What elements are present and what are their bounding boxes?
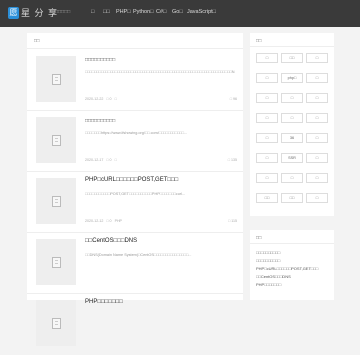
tag-link[interactable]: □□ (256, 193, 278, 203)
image-placeholder-icon (52, 74, 61, 85)
recent-posts-panel: □□ □□□□□□□□□□ □□□□□□□□□□ PHP□cURL□□□□□□P… (250, 230, 334, 300)
nav-item-python[interactable]: Python□ (133, 9, 153, 15)
post-item[interactable]: □□□□□□□□□□ □□□□□□□https://www.ifshowing.… (27, 111, 243, 172)
post-category[interactable]: □ (115, 97, 117, 101)
tag-link[interactable]: □ (306, 73, 328, 83)
tag-link[interactable]: php□ (281, 73, 303, 83)
post-category[interactable]: PHP (115, 219, 122, 223)
image-placeholder-icon (52, 196, 61, 207)
divider (250, 243, 334, 244)
tag-link[interactable]: □ (306, 153, 328, 163)
post-list-title: □□ (34, 38, 40, 43)
tag-link[interactable]: □ (256, 93, 278, 103)
nav-item-csharp[interactable]: C#□ (156, 9, 166, 15)
recent-post-link[interactable]: PHP□cURL□□□□□□POST,GET□□□ (256, 266, 318, 271)
post-category[interactable]: □ (115, 158, 117, 162)
post-thumbnail[interactable] (36, 56, 76, 102)
post-item[interactable]: PHP□cURL□□□□□□POST,GET□□□ □□□□□□□□□□□POS… (27, 172, 243, 233)
divider (27, 48, 243, 49)
post-title[interactable]: □□□□□□□□□□ (85, 118, 115, 124)
post-views: □ 115 (228, 219, 237, 223)
tag-link[interactable]: □□ (281, 53, 303, 63)
tag-link[interactable]: □ (256, 73, 278, 83)
image-placeholder-icon (52, 318, 61, 329)
post-comments: □ 0 (106, 97, 112, 101)
tag-link[interactable]: □ (306, 133, 328, 143)
post-meta: 2020-12-17 □ 0 □ (85, 158, 117, 162)
post-title[interactable]: □□CentOS□□□DNS (85, 238, 137, 244)
site-tagline: □□□□□□ (52, 9, 71, 15)
recent-post-link[interactable]: □□CentOS□□□DNS (256, 274, 291, 279)
post-item[interactable]: □□CentOS□□□DNS □□DNS(Domain Name System)… (27, 233, 243, 294)
tag-link[interactable]: □ (256, 133, 278, 143)
post-meta: 2020-12-22 □ 0 □ (85, 97, 117, 101)
post-title[interactable]: PHP□cURL□□□□□□POST,GET□□□ (85, 177, 178, 183)
tag-link[interactable]: □ (256, 53, 278, 63)
divider (250, 46, 334, 47)
post-thumbnail[interactable] (36, 239, 76, 285)
top-navbar: 愿 星 分 享 □□□□□□ □ □□ PHP□ Python□ C#□ Go□… (0, 0, 360, 27)
post-title[interactable]: □□□□□□□□□□ (85, 57, 115, 63)
post-item[interactable]: PHP□□□□□□□ (27, 294, 243, 355)
post-meta: 2020-12-12 □ 0 PHP (85, 219, 122, 223)
tag-link[interactable]: □ (306, 113, 328, 123)
tag-link[interactable]: □ (256, 173, 278, 183)
recent-posts-title: □□ (256, 235, 262, 240)
nav-item-javascript[interactable]: JavaScript□ (187, 9, 216, 15)
tag-link[interactable]: □□ (281, 193, 303, 203)
post-date: 2020-12-17 (85, 158, 104, 162)
logo-icon[interactable]: 愿 (8, 7, 19, 19)
tag-link[interactable]: □ (281, 113, 303, 123)
image-placeholder-icon (52, 135, 61, 146)
post-views: □ 96 (229, 97, 237, 101)
post-thumbnail[interactable] (36, 178, 76, 224)
tag-link[interactable]: □ (256, 113, 278, 123)
post-comments: □ 0 (106, 219, 112, 223)
tag-link[interactable]: □ (281, 93, 303, 103)
tag-cloud-panel: □□ □ □□ □ □ php□ □ □ □ □ □ □ □ □ 36 □ □ SSR □ □ □ □ □□ □□ □ (250, 33, 334, 216)
post-thumbnail[interactable] (36, 117, 76, 163)
tag-link[interactable]: □ (306, 173, 328, 183)
post-excerpt: □□□□□□□□□□□□□□□□□□□□□□□□□□□□□□□□□□□□□□□□… (85, 70, 235, 74)
tag-link[interactable]: □ (306, 53, 328, 63)
recent-post-link[interactable]: PHP□□□□□□□ (256, 282, 281, 287)
post-date: 2020-12-22 (85, 97, 104, 101)
post-thumbnail[interactable] (36, 300, 76, 346)
post-list-panel: □□ □□□□□□□□□□ □□□□□□□□□□□□□□□□□□□□□□□□□□… (27, 33, 243, 346)
tag-link[interactable]: □ (306, 93, 328, 103)
post-views: □ 135 (227, 158, 237, 162)
post-item[interactable]: □□□□□□□□□□ □□□□□□□□□□□□□□□□□□□□□□□□□□□□□… (27, 50, 243, 111)
nav-item-home[interactable]: □ (91, 9, 94, 15)
post-excerpt: □□DNS(Domain Name System)□CentOS□□□□□□□□… (85, 253, 192, 257)
tag-link[interactable]: □ (256, 153, 278, 163)
tag-link[interactable]: □ (281, 173, 303, 183)
tag-link[interactable]: 36 (281, 133, 303, 143)
post-comments: □ 0 (106, 158, 112, 162)
nav-item-go[interactable]: Go□ (172, 9, 183, 15)
tag-link[interactable]: SSR (281, 153, 303, 163)
recent-post-link[interactable]: □□□□□□□□□□ (256, 250, 280, 255)
tag-link[interactable]: □ (306, 193, 328, 203)
nav-item-category[interactable]: □□ (103, 9, 110, 15)
post-date: 2020-12-12 (85, 219, 104, 223)
post-excerpt: □□□□□□□https://www.ifshowing.org/□□.com/… (85, 131, 188, 135)
post-excerpt: □□□□□□□□□□□POST,GET□□□□□□□□□□PHP□□□□□□□c… (85, 192, 186, 196)
recent-post-link[interactable]: □□□□□□□□□□ (256, 258, 280, 263)
nav-item-php[interactable]: PHP□ (116, 9, 131, 15)
tag-cloud-title: □□ (256, 38, 262, 43)
image-placeholder-icon (52, 257, 61, 268)
